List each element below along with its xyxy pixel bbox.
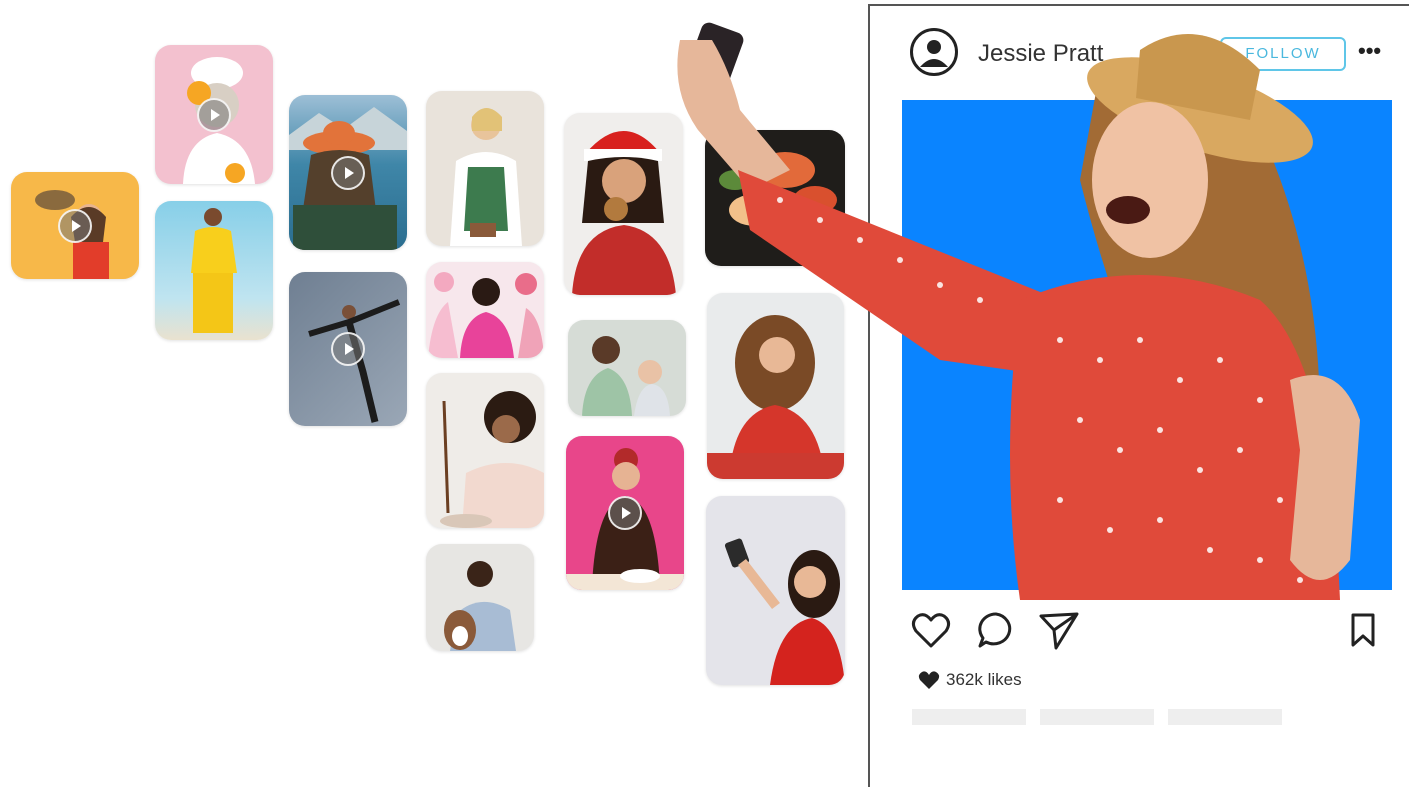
- play-icon[interactable]: [331, 155, 365, 190]
- tile-dog-portrait[interactable]: [426, 544, 534, 651]
- tile-lake-hat[interactable]: [289, 95, 407, 250]
- likes-label: 362k likes: [946, 670, 1022, 689]
- caption-placeholder: [912, 709, 1026, 725]
- caption-placeholder: [1168, 709, 1282, 725]
- tile-mother-baby[interactable]: [568, 320, 686, 416]
- tile-hat-woman[interactable]: [11, 172, 139, 279]
- bookmark-icon[interactable]: [1348, 612, 1378, 648]
- heart-filled-icon: [918, 671, 940, 689]
- tile-chocolate-drip[interactable]: [426, 373, 544, 528]
- tile-santa-cookie[interactable]: [564, 113, 683, 295]
- tile-chocolate-figure: [440, 391, 544, 528]
- comment-icon[interactable]: [976, 610, 1016, 650]
- post-card: Jessie Pratt FOLLOW ••• 362k likes: [868, 4, 1409, 787]
- play-icon[interactable]: [331, 332, 365, 366]
- tile-mother-baby-figure: [582, 336, 670, 416]
- user-icon: [920, 40, 948, 67]
- tile-apron-cook[interactable]: [426, 91, 544, 246]
- tile-pink-jacket-figure: [428, 272, 544, 358]
- post-photo[interactable]: [902, 100, 1392, 590]
- tile-food-figure: [719, 152, 837, 252]
- heart-icon[interactable]: [910, 610, 952, 650]
- follow-button[interactable]: FOLLOW: [1220, 37, 1346, 71]
- tile-santa-figure: [572, 131, 676, 295]
- tile-yellow-outfit[interactable]: [155, 201, 273, 340]
- tile-curly-figure: [707, 315, 844, 479]
- more-horizontal-icon[interactable]: •••: [1358, 38, 1381, 64]
- tile-dog-figure: [444, 561, 516, 651]
- tile-selfie-figure: [724, 538, 845, 685]
- likes-count[interactable]: 362k likes: [918, 670, 1022, 690]
- play-icon[interactable]: [197, 97, 231, 132]
- send-icon[interactable]: [1038, 610, 1080, 650]
- play-icon[interactable]: [608, 496, 642, 530]
- phone-icon: [684, 22, 744, 94]
- tile-pink-jacket[interactable]: [426, 262, 544, 358]
- caption-placeholder: [1040, 709, 1154, 725]
- tile-selfie-woman[interactable]: [706, 496, 845, 685]
- tile-apron-figure: [450, 108, 522, 246]
- tile-yoga-pose[interactable]: [289, 272, 407, 426]
- play-icon[interactable]: [58, 208, 92, 243]
- tile-baking-pink[interactable]: [566, 436, 684, 590]
- username[interactable]: Jessie Pratt: [978, 40, 1103, 68]
- tile-yellow-outfit-figure: [191, 208, 237, 333]
- avatar[interactable]: [910, 28, 958, 76]
- tile-curly-woman-eating[interactable]: [707, 293, 844, 479]
- tile-facemask-woman[interactable]: [155, 45, 273, 184]
- tile-food-platter[interactable]: [705, 130, 845, 266]
